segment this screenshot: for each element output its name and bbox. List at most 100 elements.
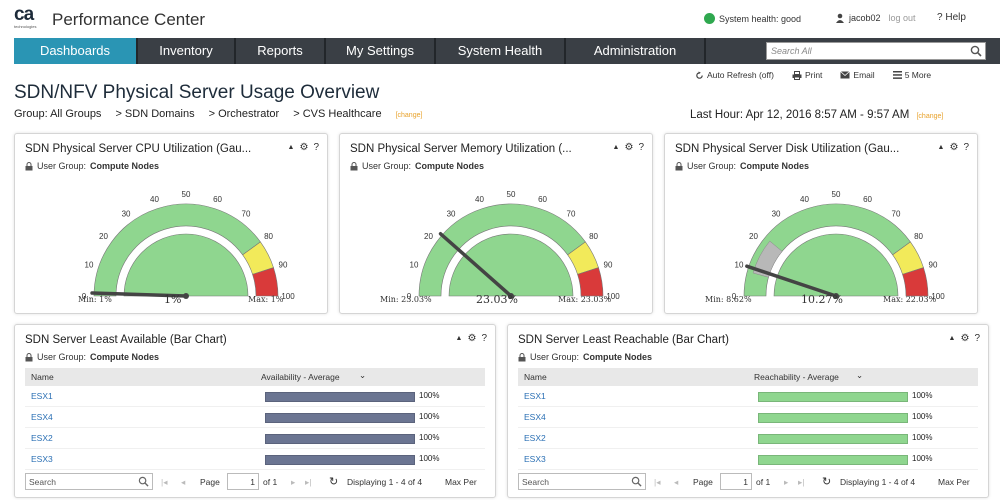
table-row[interactable]: ESX4 100% <box>518 407 978 428</box>
table-search[interactable]: Search <box>518 473 646 490</box>
refresh-icon[interactable]: ↻ <box>822 475 831 488</box>
gauge-tick-label: 10 <box>410 260 419 269</box>
collapse-icon[interactable]: ▲ <box>288 144 295 153</box>
panel-tools: ▲ ⚙? <box>613 142 644 153</box>
table-row[interactable]: ESX1 100% <box>25 386 485 407</box>
table-search-input[interactable]: Search <box>29 477 56 487</box>
tab-dashboards[interactable]: Dashboards <box>14 38 138 64</box>
row-name-link[interactable]: ESX4 <box>31 412 53 422</box>
gauge-tick-label: 10 <box>735 260 744 269</box>
user-group: User Group: Compute Nodes <box>350 161 484 171</box>
row-name-link[interactable]: ESX4 <box>524 412 546 422</box>
refresh-icon[interactable]: ↻ <box>329 475 338 488</box>
search-input[interactable]: Search All <box>771 46 812 56</box>
user-icon <box>836 13 844 23</box>
gear-icon[interactable]: ⚙ <box>949 142 958 153</box>
row-value: 100% <box>912 433 933 442</box>
sort-icon[interactable]: ⌄ <box>359 370 366 381</box>
prev-page-icon[interactable]: ◂ <box>181 477 185 488</box>
change-time-link[interactable]: [change] <box>916 113 943 120</box>
table-search-input[interactable]: Search <box>522 477 549 487</box>
gear-icon[interactable]: ⚙ <box>624 142 633 153</box>
help-icon[interactable]: ? <box>313 142 319 153</box>
first-page-icon[interactable]: |◂ <box>654 477 660 488</box>
search-icon[interactable] <box>631 476 642 487</box>
table-row[interactable]: ESX1 100% <box>518 386 978 407</box>
table-row[interactable]: ESX2 100% <box>25 428 485 449</box>
table-row[interactable]: ESX4 100% <box>25 407 485 428</box>
collapse-icon[interactable]: ▲ <box>456 335 463 344</box>
next-page-icon[interactable]: ▸ <box>291 477 295 488</box>
column-name-header[interactable]: Name <box>524 372 547 382</box>
table-search[interactable]: Search <box>25 473 153 490</box>
prev-page-icon[interactable]: ◂ <box>674 477 678 488</box>
breadcrumb-item[interactable]: Group: All Groups <box>14 108 101 120</box>
column-metric-header[interactable]: Availability - Average <box>261 372 340 382</box>
first-page-icon[interactable]: |◂ <box>161 477 167 488</box>
max-per-page[interactable]: Max Per <box>938 477 970 487</box>
help-link[interactable]: ? Help <box>937 12 966 23</box>
page-count: of 1 <box>756 477 771 487</box>
gauge-inner-disc <box>448 233 574 297</box>
print-button[interactable]: Print <box>792 70 822 80</box>
search-icon[interactable] <box>138 476 149 487</box>
lock-icon <box>518 352 526 361</box>
tab-my-settings[interactable]: My Settings <box>326 38 436 64</box>
row-name-link[interactable]: ESX2 <box>31 433 53 443</box>
breadcrumb-item[interactable]: > SDN Domains <box>115 108 194 120</box>
user-group-value: Compute Nodes <box>740 161 810 171</box>
help-icon[interactable]: ? <box>638 142 644 153</box>
help-icon[interactable]: ? <box>974 333 980 344</box>
table-row[interactable]: ESX2 100% <box>518 428 978 449</box>
row-name-link[interactable]: ESX1 <box>31 391 53 401</box>
table-row[interactable]: ESX3 100% <box>518 449 978 470</box>
last-page-icon[interactable]: ▸| <box>798 477 804 488</box>
row-bar <box>758 392 908 402</box>
user-group-value: Compute Nodes <box>583 352 653 362</box>
collapse-icon[interactable]: ▲ <box>949 335 956 344</box>
column-name-header[interactable]: Name <box>31 372 54 382</box>
tab-administration[interactable]: Administration <box>566 38 706 64</box>
username[interactable]: jacob02 <box>849 13 881 23</box>
row-name-link[interactable]: ESX3 <box>524 454 546 464</box>
row-bar <box>758 455 908 465</box>
tab-reports[interactable]: Reports <box>236 38 326 64</box>
system-health-status[interactable]: System health: good <box>704 13 801 24</box>
displaying-count: Displaying 1 - 4 of 4 <box>840 477 916 487</box>
more-button[interactable]: 5 More <box>892 70 931 80</box>
last-page-icon[interactable]: ▸| <box>305 477 311 488</box>
collapse-icon[interactable]: ▲ <box>613 144 620 153</box>
search-icon[interactable] <box>970 45 982 57</box>
change-group-link[interactable]: [change] <box>396 112 423 119</box>
help-icon[interactable]: ? <box>481 333 487 344</box>
sort-icon[interactable]: ⌄ <box>856 370 863 381</box>
tab-inventory[interactable]: Inventory <box>138 38 236 64</box>
user-group-label: User Group: <box>530 352 580 362</box>
email-button[interactable]: Email <box>840 70 875 80</box>
panel-tools: ▲ ⚙? <box>938 142 969 153</box>
column-metric-header[interactable]: Reachability - Average <box>754 372 839 382</box>
row-name-link[interactable]: ESX3 <box>31 454 53 464</box>
next-page-icon[interactable]: ▸ <box>784 477 788 488</box>
row-name-link[interactable]: ESX2 <box>524 433 546 443</box>
global-search[interactable]: Search All <box>766 42 986 60</box>
row-name-link[interactable]: ESX1 <box>524 391 546 401</box>
auto-refresh-button[interactable]: Auto Refresh (off) <box>695 70 774 80</box>
ca-logo[interactable]: ca technologies <box>14 5 42 30</box>
page-number-input[interactable]: 1 <box>227 473 259 490</box>
table-row[interactable]: ESX3 100% <box>25 449 485 470</box>
gear-icon[interactable]: ⚙ <box>960 333 969 344</box>
breadcrumb-item[interactable]: > CVS Healthcare <box>293 108 381 120</box>
row-value: 100% <box>419 391 440 400</box>
page-number-input[interactable]: 1 <box>720 473 752 490</box>
logout-link[interactable]: log out <box>889 13 916 23</box>
gear-icon[interactable]: ⚙ <box>299 142 308 153</box>
row-bar <box>758 434 908 444</box>
gear-icon[interactable]: ⚙ <box>467 333 476 344</box>
tab-system-health[interactable]: System Health <box>436 38 566 64</box>
max-per-page[interactable]: Max Per <box>445 477 477 487</box>
row-bar <box>265 413 415 423</box>
collapse-icon[interactable]: ▲ <box>938 144 945 153</box>
help-icon[interactable]: ? <box>963 142 969 153</box>
breadcrumb-item[interactable]: > Orchestrator <box>209 108 280 120</box>
